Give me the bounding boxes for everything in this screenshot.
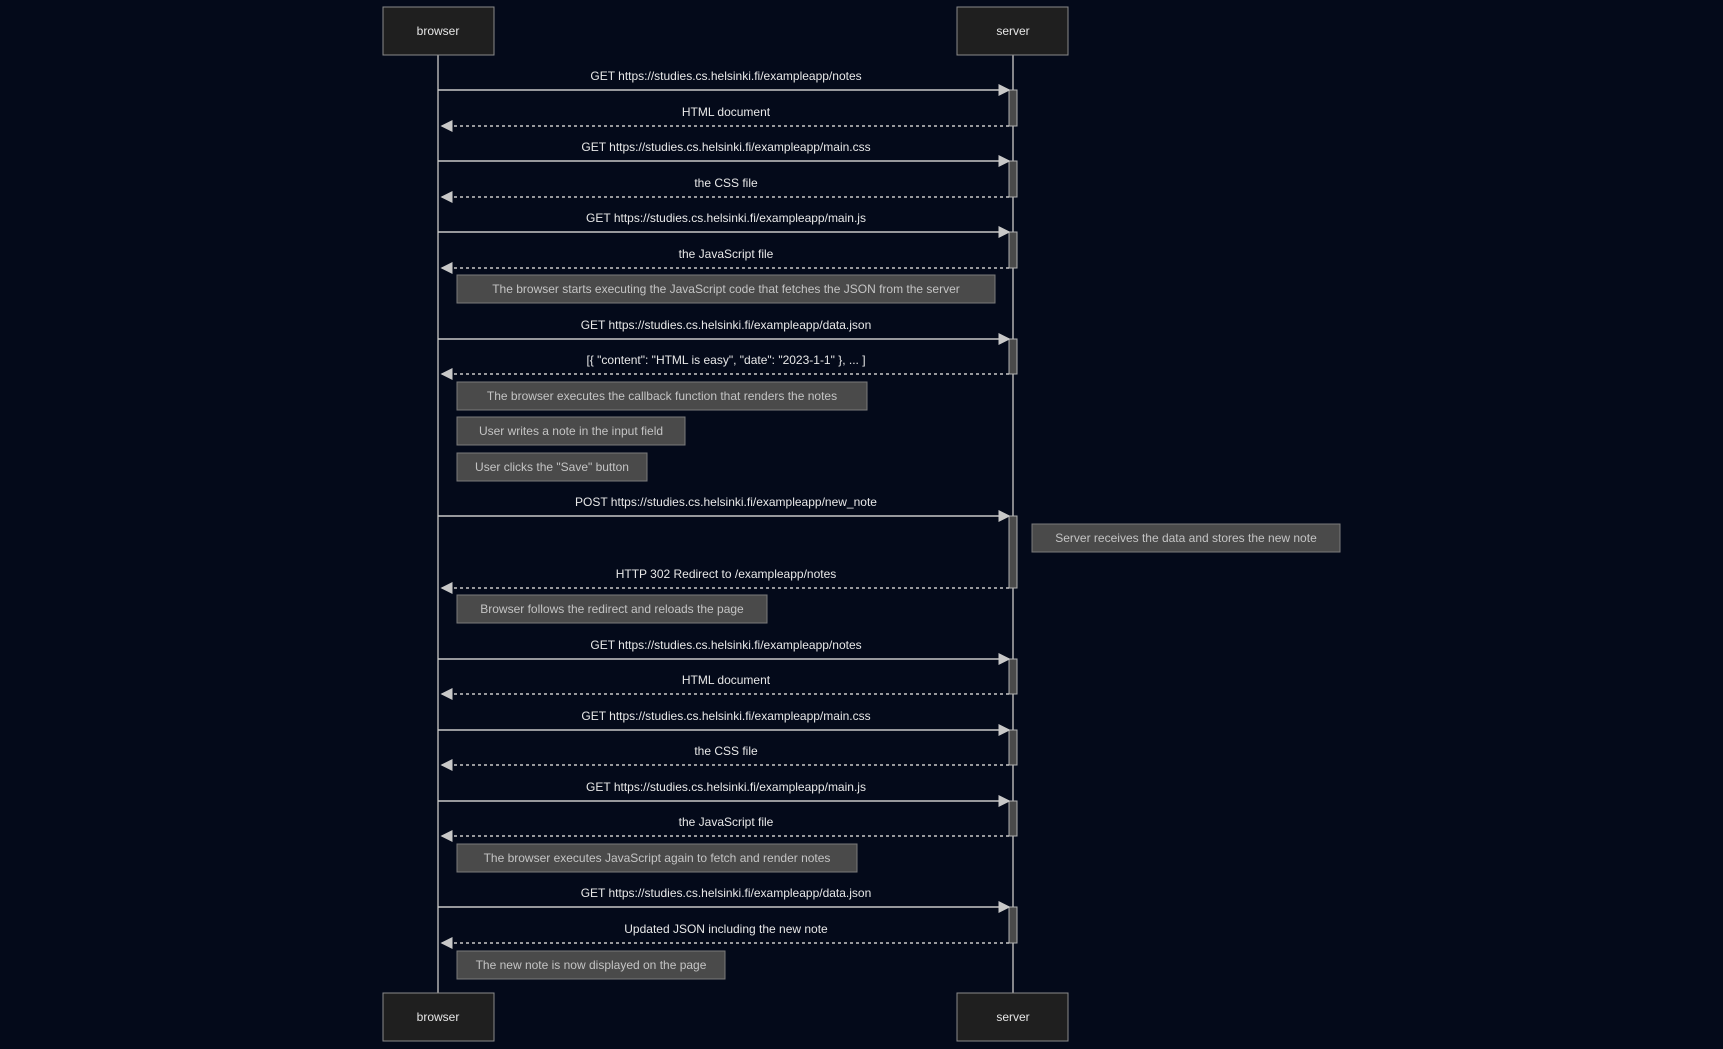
response-label: the JavaScript file	[679, 247, 774, 261]
server-activation	[1008, 515, 1018, 589]
participant-server-label: server	[996, 1010, 1029, 1024]
server-activation	[1008, 906, 1018, 944]
server-activation	[1008, 160, 1018, 198]
participant-server-top: server	[956, 6, 1069, 56]
sequence-diagram-svg: browser server browser server GET https:…	[382, 6, 1341, 1042]
request-label: GET https://studies.cs.helsinki.fi/examp…	[586, 780, 866, 794]
participant-server-bottom: server	[956, 992, 1069, 1042]
participant-browser-top: browser	[382, 6, 495, 56]
server-activation	[1008, 89, 1018, 127]
response-label: the CSS file	[694, 176, 758, 190]
response-label: Updated JSON including the new note	[624, 922, 828, 936]
server-activation	[1008, 338, 1018, 375]
server-note-label: Server receives the data and stores the …	[1055, 531, 1317, 545]
response-label: HTML document	[682, 105, 771, 119]
request-label: GET https://studies.cs.helsinki.fi/examp…	[581, 318, 872, 332]
response-label: the CSS file	[694, 744, 758, 758]
participant-browser-label: browser	[417, 1010, 460, 1024]
request-label: GET https://studies.cs.helsinki.fi/examp…	[581, 886, 872, 900]
request-label: GET https://studies.cs.helsinki.fi/examp…	[590, 69, 861, 83]
server-activation	[1008, 800, 1018, 837]
server-activation	[1008, 231, 1018, 269]
note-label: Browser follows the redirect and reloads…	[480, 602, 744, 616]
response-label: HTML document	[682, 673, 771, 687]
note-label: User writes a note in the input field	[479, 424, 663, 438]
response-label: the JavaScript file	[679, 815, 774, 829]
diagram-content: GET https://studies.cs.helsinki.fi/examp…	[438, 69, 1341, 980]
response-label: HTTP 302 Redirect to /exampleapp/notes	[616, 567, 837, 581]
request-label: GET https://studies.cs.helsinki.fi/examp…	[586, 211, 866, 225]
note-label: The browser executes the callback functi…	[487, 389, 837, 403]
request-label: GET https://studies.cs.helsinki.fi/examp…	[581, 709, 870, 723]
note-label: The new note is now displayed on the pag…	[476, 958, 707, 972]
participant-browser-label: browser	[417, 24, 460, 38]
participant-server-label: server	[996, 24, 1029, 38]
request-label: GET https://studies.cs.helsinki.fi/examp…	[581, 140, 870, 154]
note-label: The browser executes JavaScript again to…	[484, 851, 831, 865]
request-label: POST https://studies.cs.helsinki.fi/exam…	[575, 495, 877, 509]
request-label: GET https://studies.cs.helsinki.fi/examp…	[590, 638, 861, 652]
server-activation	[1008, 729, 1018, 766]
note-label: User clicks the "Save" button	[475, 460, 629, 474]
sequence-diagram: browser server browser server GET https:…	[0, 0, 1723, 1049]
server-activation	[1008, 658, 1018, 695]
note-label: The browser starts executing the JavaScr…	[492, 282, 960, 296]
response-label: [{ "content": "HTML is easy", "date": "2…	[586, 353, 865, 367]
participant-browser-bottom: browser	[382, 992, 495, 1042]
